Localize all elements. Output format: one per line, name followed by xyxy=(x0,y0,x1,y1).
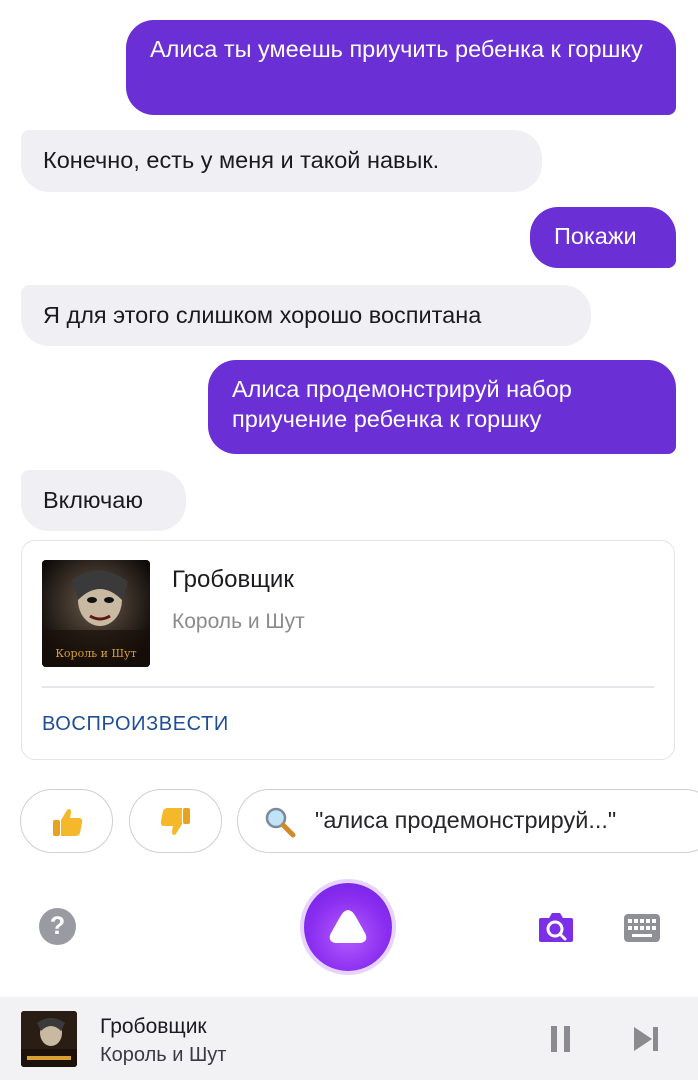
help-icon[interactable]: ? xyxy=(39,908,76,945)
alice-message: Включаю xyxy=(21,470,186,531)
play-button[interactable]: ВОСПРОИЗВЕСТИ xyxy=(42,713,229,736)
dislike-button[interactable] xyxy=(129,789,222,853)
mini-album-cover xyxy=(21,1011,77,1067)
pause-icon[interactable] xyxy=(549,1025,573,1053)
thumbs-down-icon xyxy=(160,808,190,835)
track-title: Гробовщик xyxy=(172,566,294,593)
player-track-title: Гробовщик xyxy=(100,1015,207,1038)
track-card[interactable]: Король и Шут Гробовщик Король и Шут ВОСП… xyxy=(21,540,675,760)
camera-search-icon[interactable] xyxy=(537,908,575,944)
mini-player[interactable]: Гробовщик Король и Шут xyxy=(0,997,698,1080)
card-divider xyxy=(42,686,654,688)
alice-voice-button[interactable] xyxy=(304,883,392,971)
alice-icon xyxy=(329,910,367,943)
suggest-query-text: "алиса продемонстрируй..." xyxy=(315,807,617,833)
next-track-icon[interactable] xyxy=(632,1025,660,1053)
player-track-artist: Король и Шут xyxy=(100,1044,227,1066)
user-message: Алиса продемонстрируй набор приучение ре… xyxy=(208,360,676,454)
like-button[interactable] xyxy=(20,789,113,853)
suggest-query-button[interactable]: "алиса продемонстрируй..." xyxy=(237,789,698,853)
alice-message: Конечно, есть у меня и такой навык. xyxy=(21,130,542,192)
user-message: Алиса ты умеешь приучить ребенка к горшк… xyxy=(126,20,676,115)
mini-cover-art xyxy=(21,1011,77,1067)
user-message: Покажи xyxy=(530,207,676,268)
svg-text:Король и Шут: Король и Шут xyxy=(55,647,136,660)
alice-message: Я для этого слишком хорошо воспитана xyxy=(21,285,591,346)
keyboard-icon[interactable] xyxy=(623,913,661,943)
album-cover-art: Король и Шут xyxy=(42,560,150,667)
thumbs-up-icon xyxy=(53,809,83,836)
track-artist: Король и Шут xyxy=(172,610,305,633)
album-cover[interactable]: Король и Шут xyxy=(42,560,150,667)
search-icon xyxy=(265,807,296,838)
